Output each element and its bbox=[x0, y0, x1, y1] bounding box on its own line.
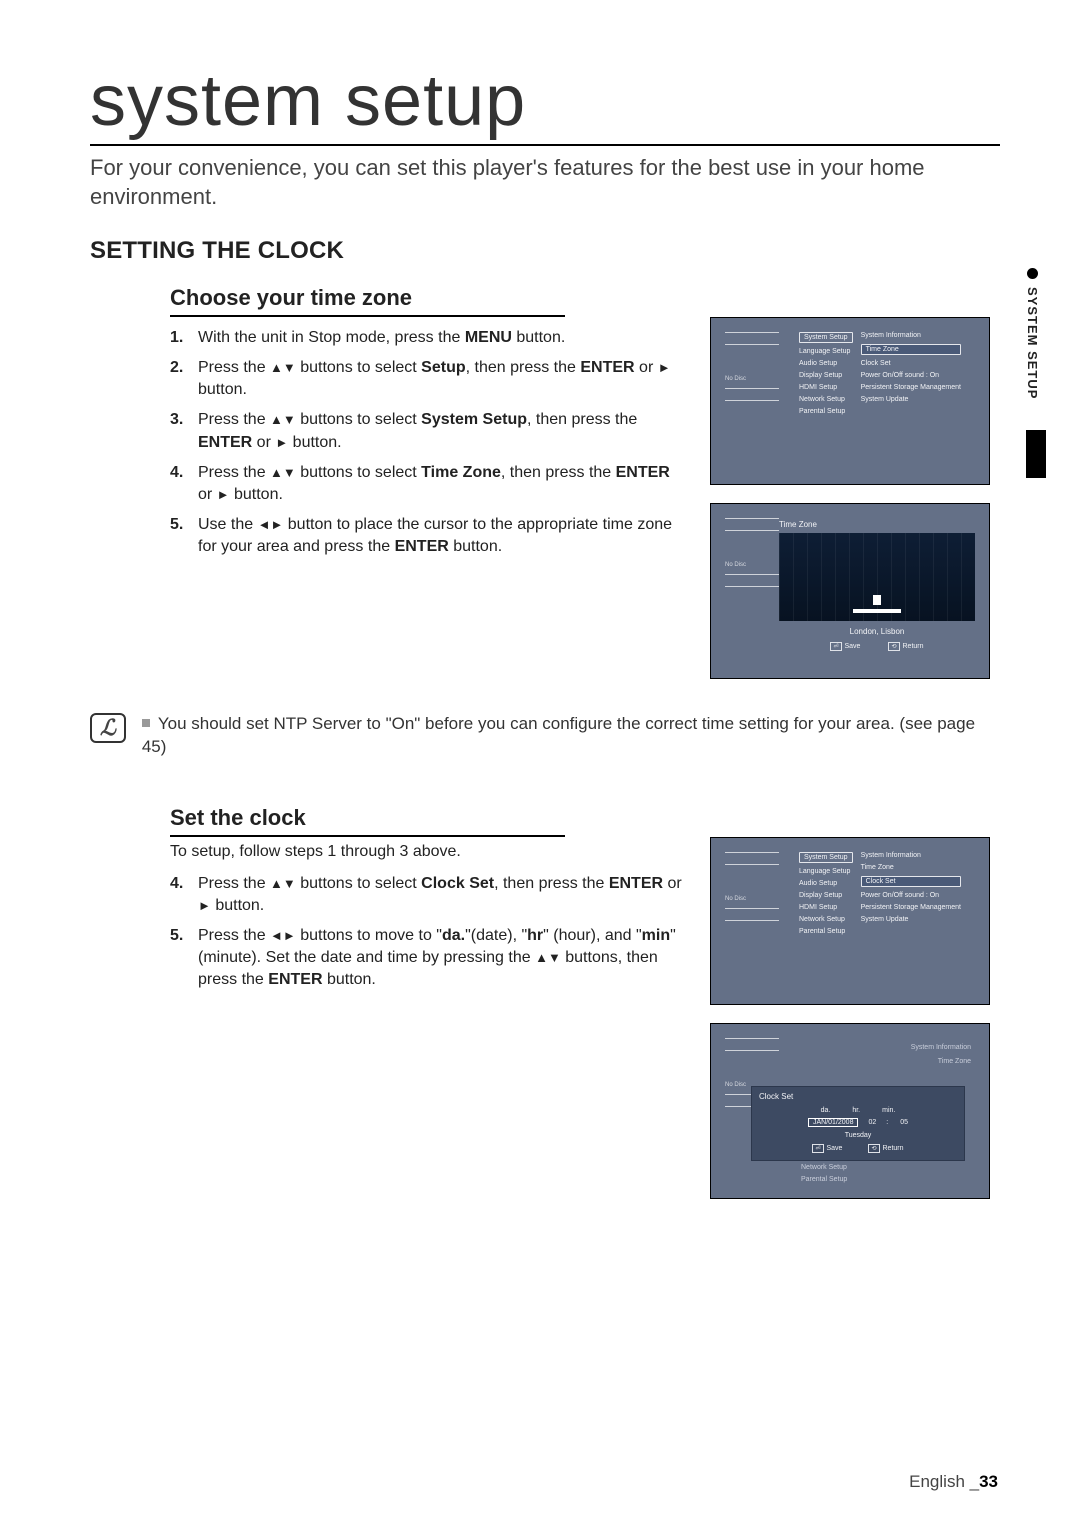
osd-right-menu: System Information Time Zone Clock Set P… bbox=[861, 332, 961, 415]
date-value: JAN/01/2008 bbox=[808, 1118, 858, 1127]
page-title: system setup bbox=[90, 60, 1000, 146]
section-tab-label: SYSTEM SETUP bbox=[1025, 287, 1040, 399]
section-tab-dot bbox=[1027, 268, 1038, 279]
nodisc-label: No Disc bbox=[725, 376, 746, 382]
step-4b: 4. Press the ▲▼ buttons to select Clock … bbox=[170, 873, 684, 917]
step-1: 1. With the unit in Stop mode, press the… bbox=[170, 327, 684, 349]
timezone-marker bbox=[873, 595, 881, 605]
steps-time-zone: 1. With the unit in Stop mode, press the… bbox=[170, 327, 684, 558]
heading-set-the-clock: Set the clock bbox=[170, 805, 565, 837]
note-block: ℒ You should set NTP Server to "On" befo… bbox=[90, 713, 1000, 759]
screenshot-clock-set-popup: No Disc System Information Time Zone Net… bbox=[710, 1023, 990, 1199]
bullet-icon bbox=[142, 719, 150, 727]
world-map bbox=[779, 533, 975, 621]
osd-left-menu-2: System Setup Language Setup Audio Setup … bbox=[799, 852, 853, 935]
section-tab: SYSTEM SETUP bbox=[1025, 268, 1040, 399]
save-hint: ⏎Save bbox=[830, 642, 860, 651]
step-5b: 5. Press the ◄► buttons to move to "da."… bbox=[170, 925, 684, 991]
popup-return-hint: ⟲Return bbox=[868, 1144, 903, 1153]
step-2: 2. Press the ▲▼ buttons to select Setup,… bbox=[170, 357, 684, 401]
screenshot-system-setup-clockset: No Disc System Setup Language Setup Audi… bbox=[710, 837, 990, 1005]
note-icon: ℒ bbox=[90, 713, 126, 743]
day-value: Tuesday bbox=[759, 1132, 957, 1139]
hour-value: 02 bbox=[868, 1119, 876, 1126]
popup-title: Clock Set bbox=[759, 1092, 957, 1101]
intro-text: For your convenience, you can set this p… bbox=[90, 154, 1000, 211]
heading-choose-time-zone: Choose your time zone bbox=[170, 285, 565, 317]
timezone-label: Time Zone bbox=[779, 520, 979, 529]
popup-save-hint: ⏎Save bbox=[812, 1144, 842, 1153]
osd-left-menu: System Setup Language Setup Audio Setup … bbox=[799, 332, 853, 415]
step-3: 3. Press the ▲▼ buttons to select System… bbox=[170, 409, 684, 453]
minute-value: 05 bbox=[900, 1119, 908, 1126]
note-text: You should set NTP Server to "On" before… bbox=[142, 714, 975, 756]
page-footer: English _33 bbox=[909, 1472, 998, 1492]
edge-index-mark bbox=[1026, 430, 1046, 478]
timezone-city: London, Lisbon bbox=[779, 627, 975, 636]
set-clock-lead: To setup, follow steps 1 through 3 above… bbox=[170, 841, 684, 863]
step-4: 4. Press the ▲▼ buttons to select Time Z… bbox=[170, 462, 684, 506]
return-hint: ⟲Return bbox=[888, 642, 923, 651]
osd-right-menu-2: System Information Time Zone Clock Set P… bbox=[861, 852, 961, 935]
screenshot-system-setup-timezone: No Disc System Setup Language Setup Audi… bbox=[710, 317, 990, 485]
clock-set-popup: Clock Set da. hr. min. JAN/01/2008 02 : … bbox=[751, 1086, 965, 1161]
heading-setting-the-clock: SETTING THE CLOCK bbox=[90, 237, 1000, 265]
steps-set-clock: 4. Press the ▲▼ buttons to select Clock … bbox=[170, 873, 684, 991]
step-5: 5. Use the ◄► button to place the cursor… bbox=[170, 514, 684, 558]
screenshot-timezone-map: No Disc Time Zone London, Lisbon ⏎Save ⟲… bbox=[710, 503, 990, 679]
